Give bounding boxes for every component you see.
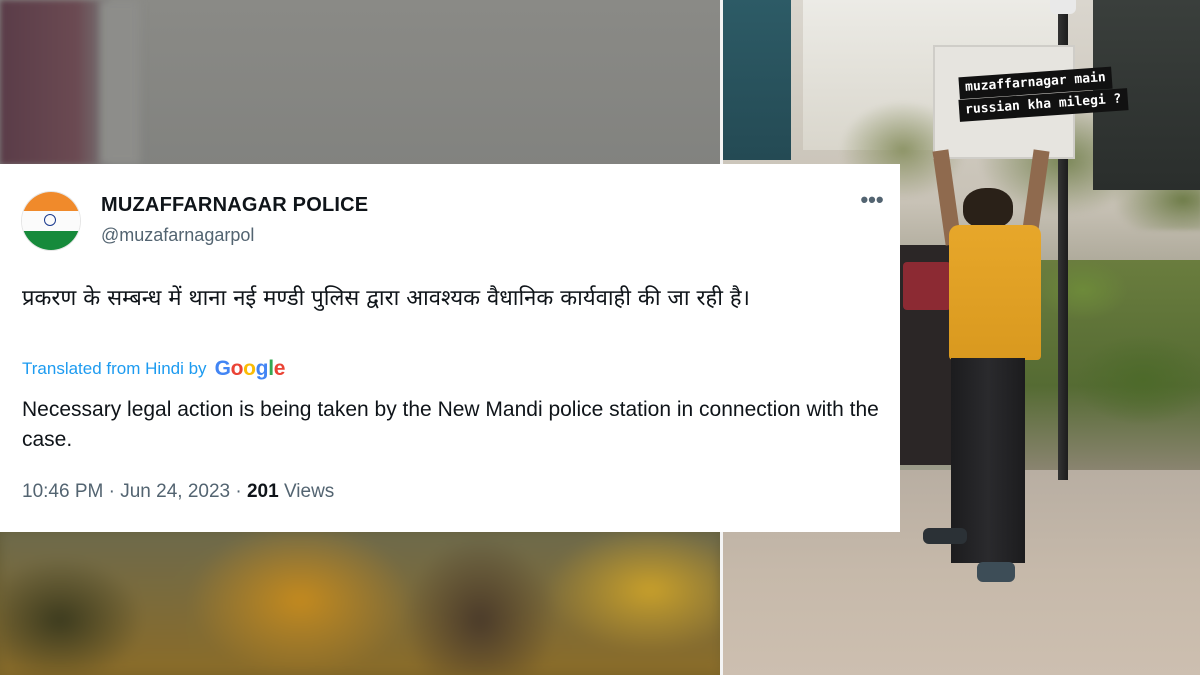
tweet-text-translated: Necessary legal action is being taken by… bbox=[22, 398, 879, 451]
google-letter: e bbox=[273, 357, 286, 380]
avatar[interactable] bbox=[22, 192, 80, 250]
ashoka-chakra-icon bbox=[44, 214, 56, 226]
tweet-time[interactable]: 10:46 PM bbox=[22, 481, 103, 502]
translation-attribution: Translated from Hindi by Google bbox=[22, 357, 285, 381]
person-head bbox=[963, 188, 1013, 228]
gate-sign bbox=[903, 262, 951, 310]
google-letter: o bbox=[230, 357, 244, 380]
tweet-card: MUZAFFARNAGAR POLICE @muzafarnagarpol ••… bbox=[0, 164, 900, 532]
blurred-wall bbox=[100, 0, 140, 165]
user-handle[interactable]: @muzafarnagarpol bbox=[101, 225, 254, 246]
lamp bbox=[1050, 0, 1076, 14]
tweet-text-original: प्रकरण के सम्बन्ध में थाना नई मण्डी पुलि… bbox=[22, 286, 750, 311]
google-logo: Google bbox=[215, 357, 286, 381]
person-shirt bbox=[949, 225, 1041, 360]
blurred-sign bbox=[0, 0, 110, 165]
meta-separator: · bbox=[235, 481, 242, 502]
flag-saffron-band bbox=[22, 192, 80, 211]
blurred-foliage bbox=[0, 530, 722, 675]
person-shoe-right bbox=[977, 562, 1015, 582]
more-options-icon[interactable]: ••• bbox=[858, 189, 886, 218]
flag-green-band bbox=[22, 231, 80, 250]
blue-banner bbox=[723, 0, 791, 160]
display-name[interactable]: MUZAFFARNAGAR POLICE bbox=[101, 194, 368, 217]
meta-separator: · bbox=[108, 481, 115, 502]
video-caption: muzaffarnagar main russian kha milegi ? bbox=[958, 66, 1191, 122]
person-shoe-left bbox=[923, 528, 967, 544]
views-count[interactable]: 201 bbox=[247, 481, 279, 502]
google-letter: g bbox=[255, 357, 269, 380]
views-label[interactable]: Views bbox=[284, 481, 334, 502]
tweet-meta: 10:46 PM · Jun 24, 2023 · 201 Views bbox=[22, 481, 334, 503]
google-letter: o bbox=[243, 357, 256, 380]
hedge bbox=[1023, 260, 1200, 470]
tweet-date[interactable]: Jun 24, 2023 bbox=[120, 481, 230, 502]
google-letter: G bbox=[214, 357, 231, 380]
translated-label: Translated from Hindi by bbox=[22, 359, 207, 378]
